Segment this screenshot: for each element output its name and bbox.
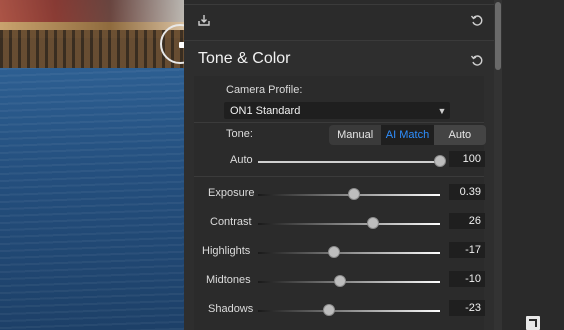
slider-auto: Auto 100	[184, 150, 494, 174]
slider-thumb[interactable]	[366, 217, 379, 229]
tone-mode-segmented: Manual AI Match Auto	[329, 125, 486, 145]
slider-highlights: Highlights -17	[184, 241, 494, 265]
slider-label: Midtones	[206, 274, 251, 286]
reset-icon[interactable]	[469, 52, 485, 68]
slider-exposure: Exposure 0.39	[184, 183, 494, 207]
right-margin	[502, 0, 564, 330]
slider-midtones: Midtones -10	[184, 270, 494, 294]
chevron-down-icon: ▼	[437, 105, 447, 116]
slider-value[interactable]: 0.39	[449, 184, 485, 200]
tone-mode-ai-match[interactable]: AI Match	[381, 125, 434, 145]
camera-profile-select[interactable]: ON1 Standard ▼	[224, 102, 450, 119]
section-title-tone-color[interactable]: Tone & Color	[198, 50, 291, 68]
slider-track[interactable]	[258, 310, 440, 312]
tone-mode-auto[interactable]: Auto	[433, 125, 486, 145]
slider-track[interactable]	[258, 252, 440, 254]
panel-scrollbar[interactable]	[494, 0, 502, 330]
expand-icon[interactable]	[526, 316, 540, 330]
slider-thumb[interactable]	[328, 246, 341, 258]
slider-label: Highlights	[202, 245, 251, 257]
toolbar-divider	[184, 4, 494, 5]
tone-label: Tone:	[226, 128, 253, 140]
slider-label: Auto	[230, 154, 253, 166]
reset-icon[interactable]	[469, 12, 485, 28]
slider-contrast: Contrast 26	[184, 212, 494, 236]
slider-value[interactable]: 26	[449, 213, 485, 229]
slider-thumb[interactable]	[348, 188, 361, 200]
photo-water	[0, 68, 184, 330]
camera-profile-value: ON1 Standard	[230, 104, 301, 117]
slider-track[interactable]	[258, 161, 440, 163]
scrollbar-thumb[interactable]	[495, 2, 501, 70]
slider-shadows: Shadows -23	[184, 299, 494, 323]
photo-buildings	[0, 0, 184, 24]
slider-thumb[interactable]	[434, 155, 446, 167]
slider-value[interactable]: -23	[449, 300, 485, 316]
camera-profile-label: Camera Profile:	[226, 84, 303, 96]
slider-thumb[interactable]	[333, 275, 346, 287]
slider-label: Exposure	[208, 187, 255, 199]
expand-arrow-icon	[529, 319, 537, 327]
slider-value[interactable]: 100	[449, 151, 485, 167]
slider-label: Contrast	[210, 216, 252, 228]
adjustments-panel: Tone & Color Camera Profile: ON1 Standar…	[184, 0, 494, 330]
photo-canvas[interactable]	[0, 0, 184, 330]
divider	[194, 122, 484, 123]
export-icon[interactable]	[196, 12, 212, 28]
slider-label: Shadows	[208, 303, 254, 315]
photo-pier-deck	[0, 22, 184, 30]
divider	[194, 176, 484, 177]
slider-value[interactable]: -10	[449, 271, 485, 287]
slider-thumb[interactable]	[322, 304, 335, 316]
slider-track[interactable]	[258, 281, 440, 283]
panel-toolbar	[184, 0, 494, 41]
slider-value[interactable]: -17	[449, 242, 485, 258]
tone-mode-manual[interactable]: Manual	[329, 125, 381, 145]
slider-track[interactable]	[258, 223, 440, 225]
